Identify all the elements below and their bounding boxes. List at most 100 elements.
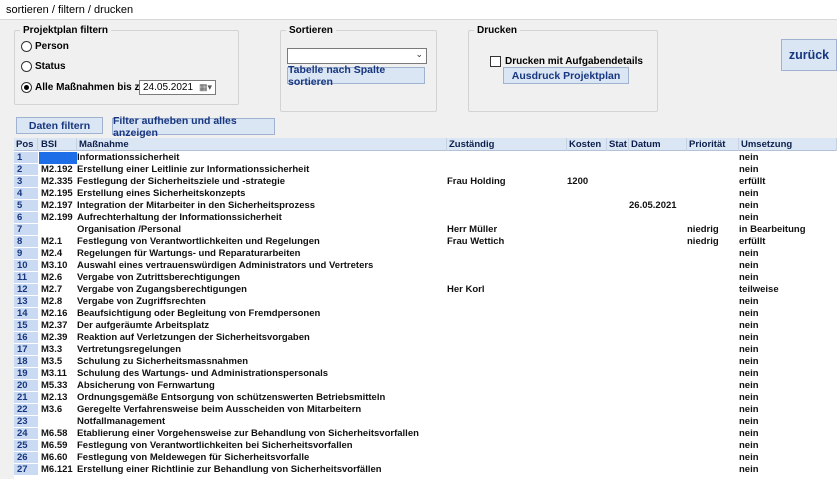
print-plan-button[interactable]: Ausdruck Projektplan [503,67,629,84]
table-row[interactable]: 14 M2.16 Beaufsichtigung oder Begleitung v… [14,308,837,320]
date-picker[interactable]: 24.05.2021 ▦▾ [139,80,216,95]
cell-bsi[interactable]: M2.4 [39,248,77,260]
cell-bsi[interactable]: M6.58 [39,428,77,440]
cell-massnahme[interactable]: Erstellung eines Sicherheitskonzepts [77,188,447,200]
cell-stat[interactable] [607,188,629,200]
cell-pos[interactable]: 21 [14,392,38,404]
cell-bsi[interactable]: M2.6 [39,272,77,284]
cell-prioritaet[interactable] [687,392,739,404]
cell-bsi[interactable]: M6.59 [39,440,77,452]
cell-stat[interactable] [607,248,629,260]
sort-table-button[interactable]: Tabelle nach Spalte sortieren [287,64,425,88]
cell-massnahme[interactable]: Erstellung einer Richtlinie zur Behandlu… [77,464,447,476]
cell-datum[interactable] [629,176,687,188]
cell-massnahme[interactable]: Festlegung der Sicherheitsziele und -str… [77,176,447,188]
cell-datum[interactable] [629,284,687,296]
cell-kosten[interactable] [567,296,607,308]
cell-stat[interactable] [607,416,629,428]
cell-massnahme[interactable]: Beaufsichtigung oder Begleitung von Frem… [77,308,447,320]
cell-massnahme[interactable]: Festlegung von Verantwortlichkeiten und … [77,236,447,248]
cell-datum[interactable] [629,224,687,236]
cell-massnahme[interactable]: Vertretungsregelungen [77,344,447,356]
cell-massnahme[interactable]: Vergabe von Zutrittsberechtigungen [77,272,447,284]
cell-umsetzung[interactable]: nein [739,200,837,212]
cell-bsi[interactable] [39,224,77,236]
cell-bsi[interactable]: M2.199 [39,212,77,224]
cell-prioritaet[interactable] [687,440,739,452]
chevron-down-icon[interactable]: ⌄ [415,49,423,60]
cell-kosten[interactable] [567,392,607,404]
cell-stat[interactable] [607,224,629,236]
cell-prioritaet[interactable] [687,260,739,272]
cell-massnahme[interactable]: Ordnungsgemäße Entsorgung von schützensw… [77,392,447,404]
col-header-kosten[interactable]: Kosten [567,138,607,151]
print-details-checkbox-row[interactable]: Drucken mit Aufgabendetails [490,56,643,67]
cell-umsetzung[interactable]: nein [739,344,837,356]
cell-zustaendig[interactable] [447,164,567,176]
table-row[interactable]: 5 M2.197 Integration der Mitarbeiter in de… [14,200,837,212]
cell-pos[interactable]: 1 [14,152,38,164]
cell-umsetzung[interactable]: nein [739,260,837,272]
cell-stat[interactable] [607,236,629,248]
cell-massnahme[interactable]: Vergabe von Zugriffsrechten [77,296,447,308]
cell-prioritaet[interactable] [687,212,739,224]
cell-pos[interactable]: 19 [14,368,38,380]
cell-zustaendig[interactable] [447,212,567,224]
cell-kosten[interactable] [567,428,607,440]
cell-bsi[interactable]: M2.37 [39,320,77,332]
cell-zustaendig[interactable]: Frau Wettich [447,236,567,248]
table-row[interactable]: 16 M2.39 Reaktion auf Verletzungen der Sic… [14,332,837,344]
cell-prioritaet[interactable]: niedrig [687,224,739,236]
cell-datum[interactable] [629,344,687,356]
cell-bsi[interactable] [39,152,77,164]
cell-umsetzung[interactable]: nein [739,308,837,320]
calendar-dropdown-icon[interactable]: ▦▾ [199,82,212,93]
cell-bsi[interactable]: M2.1 [39,236,77,248]
table-row[interactable]: 9 M2.4 Regelungen für Wartungs- und Repara… [14,248,837,260]
cell-kosten[interactable] [567,332,607,344]
cell-pos[interactable]: 11 [14,272,38,284]
table-row[interactable]: 12 M2.7 Vergabe von Zugangsberechtigungen H… [14,284,837,296]
col-header-datum[interactable]: Datum [629,138,687,151]
cell-datum[interactable] [629,428,687,440]
table-row[interactable]: 10 M3.10 Auswahl eines vertrauenswürdigen … [14,260,837,272]
cell-kosten[interactable] [567,152,607,164]
cell-kosten[interactable] [567,200,607,212]
cell-prioritaet[interactable] [687,284,739,296]
cell-massnahme[interactable]: Auswahl eines vertrauenswürdigen Adminis… [77,260,447,272]
cell-stat[interactable] [607,344,629,356]
cell-prioritaet[interactable] [687,200,739,212]
cell-stat[interactable] [607,392,629,404]
cell-massnahme[interactable]: Aufrechterhaltung der Informationssicher… [77,212,447,224]
cell-bsi[interactable]: M6.121 [39,464,77,476]
cell-pos[interactable]: 12 [14,284,38,296]
cell-kosten[interactable] [567,236,607,248]
cell-zustaendig[interactable] [447,308,567,320]
cell-prioritaet[interactable] [687,368,739,380]
cell-stat[interactable] [607,428,629,440]
sort-column-combo[interactable]: ⌄ [287,48,427,64]
cell-kosten[interactable] [567,320,607,332]
cell-prioritaet[interactable] [687,344,739,356]
cell-zustaendig[interactable]: Her Korl [447,284,567,296]
cell-datum[interactable] [629,260,687,272]
cell-pos[interactable]: 6 [14,212,38,224]
cell-prioritaet[interactable] [687,248,739,260]
cell-prioritaet[interactable] [687,308,739,320]
cell-kosten[interactable] [567,188,607,200]
cell-bsi[interactable]: M3.3 [39,344,77,356]
table-row[interactable]: 15 M2.37 Der aufgeräumte Arbeitsplatz nein [14,320,837,332]
cell-kosten[interactable] [567,380,607,392]
table-row[interactable]: 7 Organisation /Personal Herr Müller niedri… [14,224,837,236]
cell-prioritaet[interactable] [687,404,739,416]
cell-stat[interactable] [607,380,629,392]
cell-massnahme[interactable]: Festlegung von Verantwortlichkeiten bei … [77,440,447,452]
cell-zustaendig[interactable]: Frau Holding [447,176,567,188]
back-button[interactable]: zurück [781,39,837,71]
radio-alle-circle[interactable] [21,82,32,93]
cell-stat[interactable] [607,200,629,212]
cell-kosten[interactable] [567,368,607,380]
cell-bsi[interactable]: M5.33 [39,380,77,392]
cell-pos[interactable]: 8 [14,236,38,248]
cell-umsetzung[interactable]: nein [739,164,837,176]
